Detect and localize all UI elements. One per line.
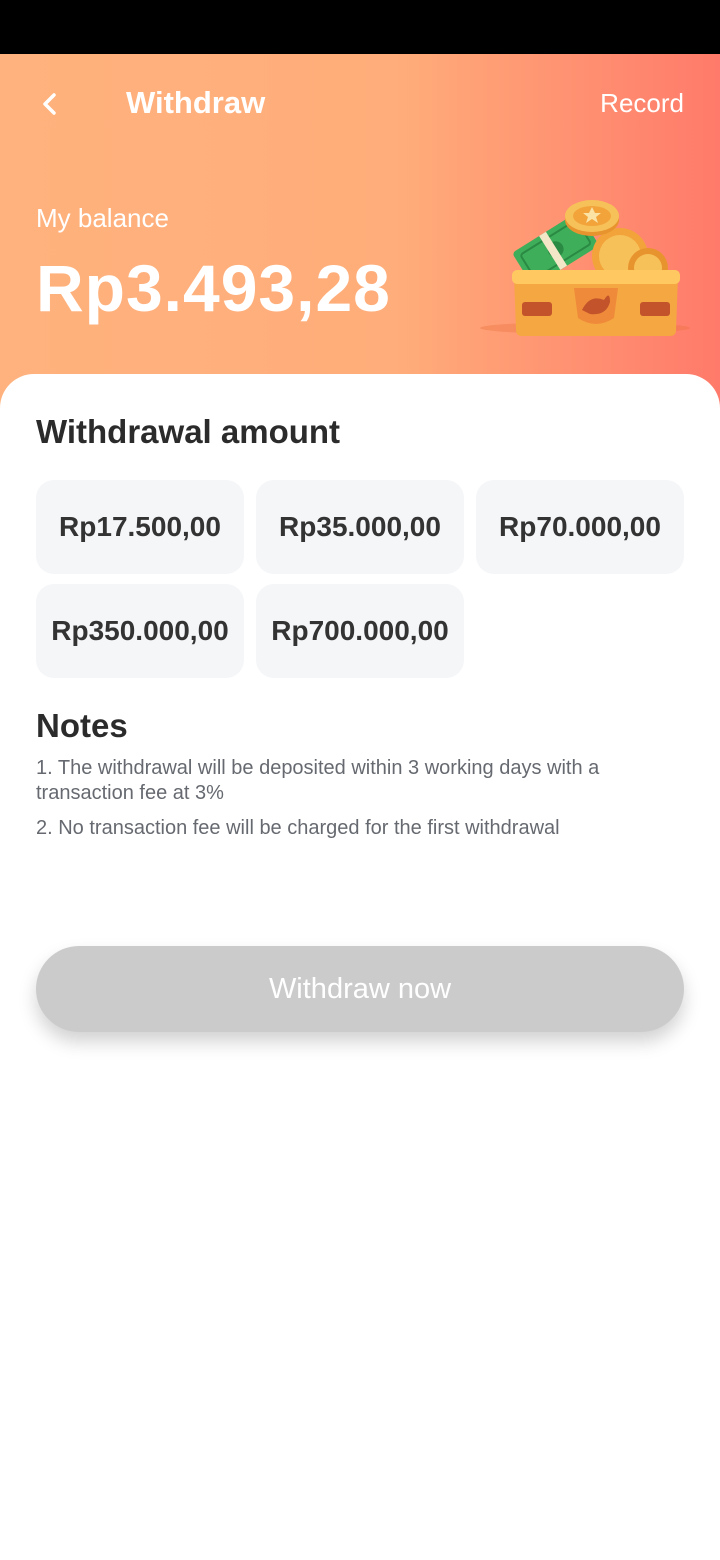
amount-option-35000[interactable]: Rp35.000,00 <box>256 480 464 574</box>
amount-option-350000[interactable]: Rp350.000,00 <box>36 584 244 678</box>
page-title: Withdraw <box>126 85 266 120</box>
balance-value: Rp3.493,28 <box>36 251 391 325</box>
status-bar <box>0 0 720 54</box>
amount-option-70000[interactable]: Rp70.000,00 <box>476 480 684 574</box>
note-item: 1. The withdrawal will be deposited with… <box>36 757 600 804</box>
withdrawal-amount-title: Withdrawal amount <box>36 413 341 450</box>
note-item: 2. No transaction fee will be charged fo… <box>36 817 560 839</box>
notes-title: Notes <box>36 707 128 744</box>
chevron-left-icon <box>43 93 56 115</box>
back-button[interactable] <box>30 84 70 124</box>
withdraw-card: Withdrawal amount Rp17.500,00 Rp35.000,0… <box>0 374 720 1560</box>
amount-option-700000[interactable]: Rp700.000,00 <box>256 584 464 678</box>
record-link[interactable]: Record <box>600 86 684 120</box>
balance-label: My balance <box>36 203 169 233</box>
header: Withdraw Record My balance Rp3.493,28 <box>0 54 720 414</box>
withdraw-now-button[interactable]: Withdraw now <box>36 946 684 1032</box>
amount-option-17500[interactable]: Rp17.500,00 <box>36 480 244 574</box>
treasure-chest-icon <box>480 200 690 336</box>
